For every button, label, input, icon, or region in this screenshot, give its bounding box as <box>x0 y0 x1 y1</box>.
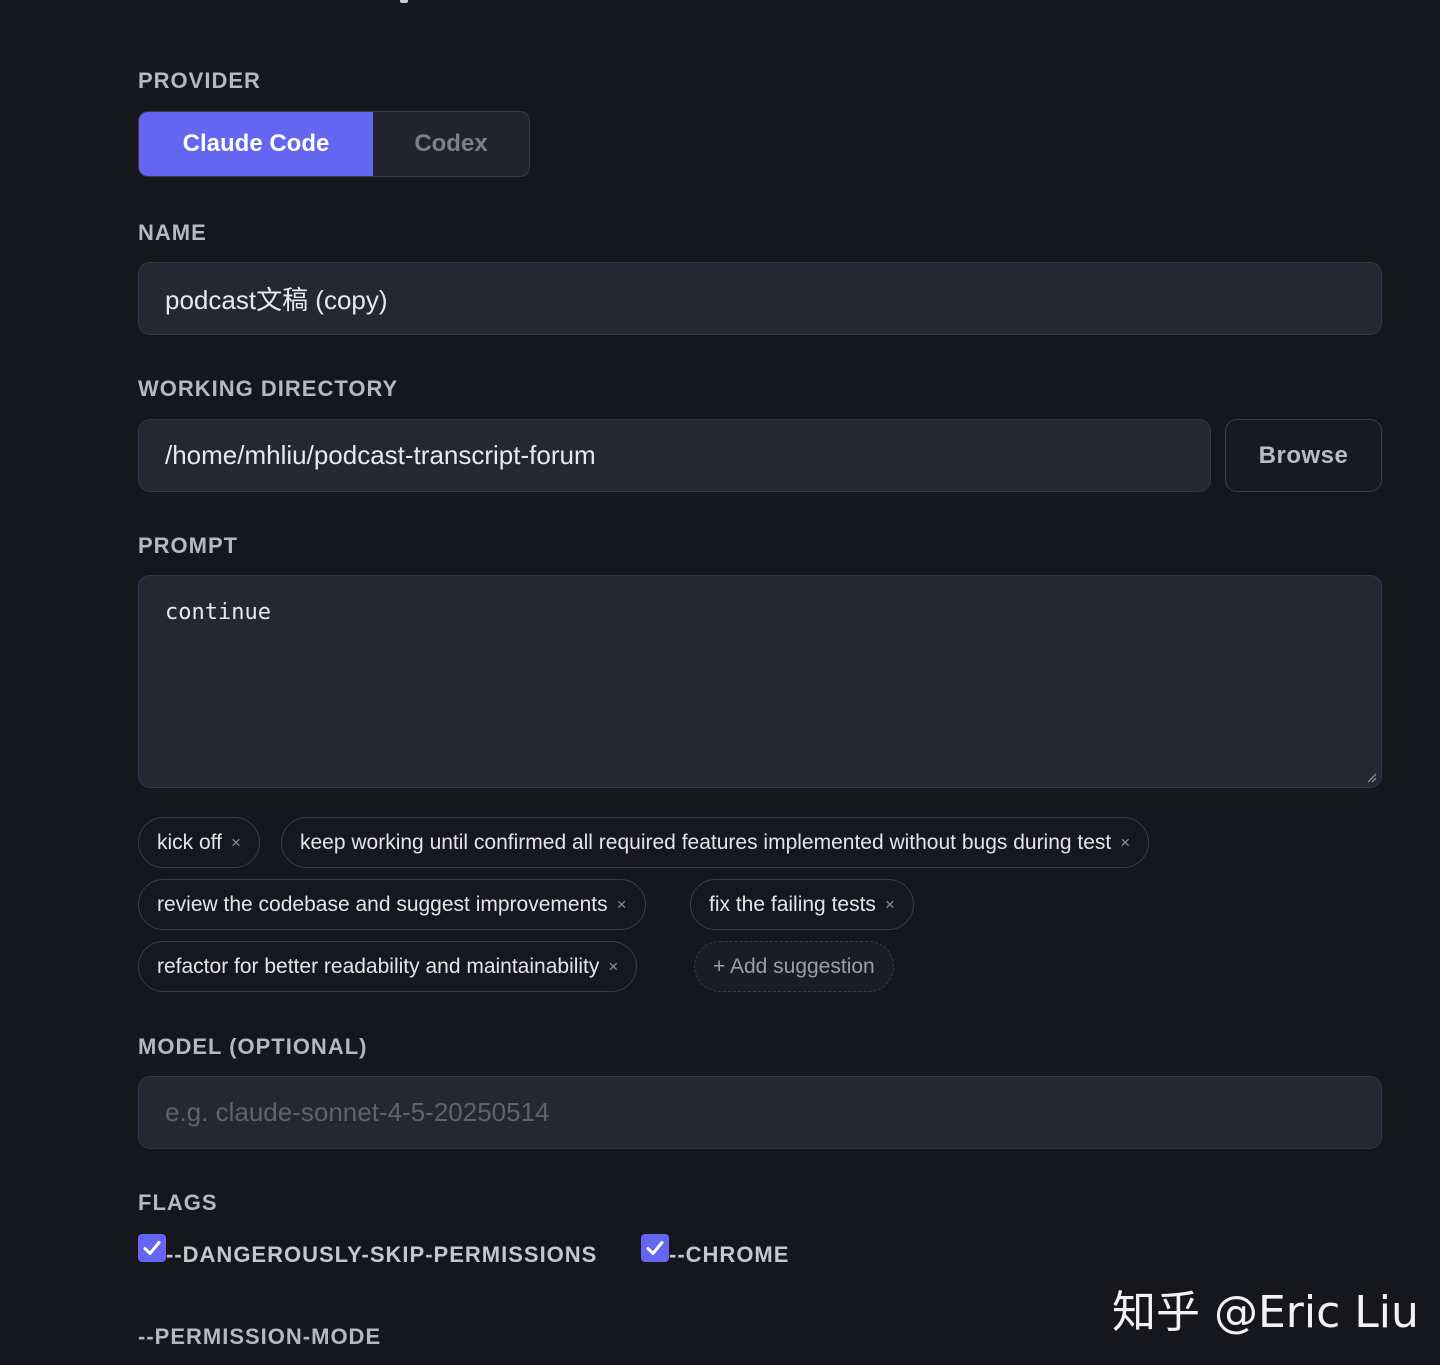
prompt-value: continue <box>165 600 271 625</box>
provider-option-codex[interactable]: Codex <box>373 112 529 176</box>
add-suggestion-button[interactable]: + Add suggestion <box>694 941 894 992</box>
remove-suggestion-icon[interactable]: × <box>885 895 895 915</box>
provider-label: PROVIDER <box>138 68 261 93</box>
working-directory-label: WORKING DIRECTORY <box>138 376 399 401</box>
checkmark-icon <box>143 1241 161 1255</box>
scrolled-heading-fragment <box>400 0 408 3</box>
remove-suggestion-icon[interactable]: × <box>1120 833 1130 853</box>
working-directory-value: /home/mhliu/podcast-transcript-forum <box>165 440 596 470</box>
suggestion-chip-label: kick off <box>157 830 222 854</box>
remove-suggestion-icon[interactable]: × <box>617 895 627 915</box>
flag-label: --DANGEROUSLY-SKIP-PERMISSIONS <box>166 1242 598 1267</box>
suggestion-chip-label: keep working until confirmed all require… <box>300 830 1112 854</box>
provider-option-claude-code[interactable]: Claude Code <box>139 112 373 176</box>
remove-suggestion-icon[interactable]: × <box>231 833 241 853</box>
suggestion-chip[interactable]: keep working until confirmed all require… <box>281 817 1150 868</box>
suggestion-chip[interactable]: fix the failing tests × <box>690 879 914 930</box>
suggestion-chip-label: review the codebase and suggest improvem… <box>157 892 608 916</box>
browse-button[interactable]: Browse <box>1225 419 1382 492</box>
name-field[interactable]: podcast文稿 (copy) <box>138 262 1382 335</box>
suggestion-chip[interactable]: kick off × <box>138 817 260 868</box>
checkbox[interactable] <box>138 1234 166 1262</box>
working-directory-field[interactable]: /home/mhliu/podcast-transcript-forum <box>138 419 1211 492</box>
flag-chrome[interactable]: --CHROME <box>641 1232 789 1268</box>
watermark: 知乎 @Eric Liu <box>1112 1287 1419 1338</box>
suggestion-chip[interactable]: refactor for better readability and main… <box>138 941 638 992</box>
name-value: podcast文稿 (copy) <box>165 285 388 315</box>
prompt-textarea[interactable]: continue <box>138 575 1382 788</box>
model-placeholder: e.g. claude-sonnet-4-5-20250514 <box>165 1097 550 1127</box>
suggestion-chip-label: fix the failing tests <box>709 892 876 916</box>
suggestion-chip-label: refactor for better readability and main… <box>157 954 600 978</box>
checkbox[interactable] <box>641 1234 669 1262</box>
prompt-label: PROMPT <box>138 533 239 558</box>
flags-label: FLAGS <box>138 1190 218 1215</box>
provider-toggle: Claude Code Codex <box>138 111 530 177</box>
name-label: NAME <box>138 220 207 245</box>
flag-label: --CHROME <box>669 1242 790 1267</box>
resize-grip-icon[interactable] <box>1365 771 1377 783</box>
flag-dangerously-skip-permissions[interactable]: --DANGEROUSLY-SKIP-PERMISSIONS <box>138 1232 597 1268</box>
model-field[interactable]: e.g. claude-sonnet-4-5-20250514 <box>138 1076 1382 1149</box>
suggestion-chip[interactable]: review the codebase and suggest improvem… <box>138 879 646 930</box>
checkmark-icon <box>646 1241 664 1255</box>
model-label: MODEL (OPTIONAL) <box>138 1034 368 1059</box>
permission-mode-label: --PERMISSION-MODE <box>138 1324 382 1349</box>
remove-suggestion-icon[interactable]: × <box>608 957 618 977</box>
